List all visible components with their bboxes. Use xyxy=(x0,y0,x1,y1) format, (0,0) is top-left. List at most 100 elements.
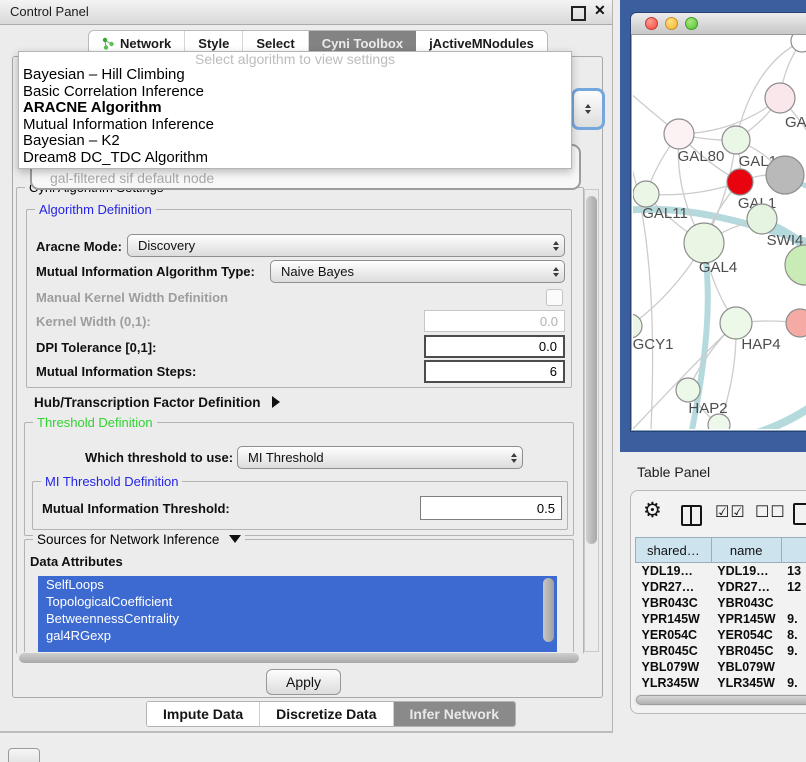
table-row[interactable]: YBL079WYBL079W xyxy=(636,659,806,675)
tab-label: jActiveMNodules xyxy=(429,36,534,51)
node-label: GAL80 xyxy=(678,148,725,165)
data-attributes-label: Data Attributes xyxy=(30,554,123,569)
table-row[interactable]: YPR145WYPR145W9. xyxy=(636,611,806,627)
zoom-traffic-light-icon[interactable] xyxy=(685,17,698,30)
table-row[interactable]: YBR043CYBR043C xyxy=(636,595,806,611)
horizontal-scrollbar[interactable] xyxy=(17,652,583,665)
aracne-mode-combobox[interactable]: Discovery xyxy=(127,234,565,257)
algorithm-option[interactable]: Basic Correlation Inference xyxy=(19,84,571,101)
table-cell: YBR043C xyxy=(636,595,712,611)
network-node-gal11[interactable] xyxy=(633,181,659,207)
mi-steps-label: Mutual Information Steps: xyxy=(36,364,196,379)
table-column-header[interactable]: name xyxy=(711,538,781,563)
checked-boxes-icon[interactable]: ☑☑ xyxy=(715,502,746,522)
split-column-icon[interactable] xyxy=(681,505,702,526)
minimize-traffic-light-icon[interactable] xyxy=(665,17,678,30)
table-column-header[interactable]: shared… xyxy=(636,538,712,563)
mi-type-combobox[interactable]: Naive Bayes xyxy=(270,260,565,283)
algorithm-option[interactable]: Dream8 DC_TDC Algorithm xyxy=(19,150,571,167)
tab-impute-data[interactable]: Impute Data xyxy=(147,702,260,726)
algorithm-dropdown-popup: Select algorithm to view settings Bayesi… xyxy=(18,51,572,169)
table-row[interactable]: YBR045CYBR045C9. xyxy=(636,643,806,659)
chevron-right-icon xyxy=(272,396,280,408)
data-attributes-list[interactable]: SelfLoopsTopologicalCoefficientBetweenne… xyxy=(38,576,557,652)
algorithm-option[interactable]: ARACNE Algorithm xyxy=(19,100,571,117)
vertical-scrollbar-thumb[interactable] xyxy=(586,196,597,544)
network-node[interactable] xyxy=(785,245,806,285)
list-scrollbar-thumb[interactable] xyxy=(543,578,554,642)
tab-discretize-data[interactable]: Discretize Data xyxy=(260,702,393,726)
network-node-gal10[interactable] xyxy=(722,126,750,154)
table-cell: YBL079W xyxy=(636,659,712,675)
control-panel-titlebar[interactable]: Control Panel ✕ xyxy=(0,0,612,25)
float-window-icon[interactable] xyxy=(571,6,586,21)
table-cell: YER054C xyxy=(636,627,712,643)
vertical-scrollbar[interactable] xyxy=(584,189,599,652)
tab-infer-network[interactable]: Infer Network xyxy=(394,702,515,726)
node-label: GAL11 xyxy=(642,205,688,222)
table-panel-title: Table Panel xyxy=(637,464,710,480)
network-canvas[interactable]: GALGAL80GAL10GAL1GAL11SWI4GAL4GCY1HAP4YH… xyxy=(633,35,806,429)
attribute-list-item[interactable]: BetweennessCentrality xyxy=(38,610,557,627)
corner-button[interactable] xyxy=(8,748,40,762)
tab-label: Style xyxy=(198,36,229,51)
network-view-window[interactable]: GALGAL80GAL10GAL1GAL11SWI4GAL4GCY1HAP4YH… xyxy=(630,12,806,432)
unchecked-boxes-icon[interactable]: ☐☐ xyxy=(755,502,786,522)
algorithm-option[interactable]: Mutual Information Inference xyxy=(19,117,571,134)
algorithm-option[interactable]: Bayesian – Hill Climbing xyxy=(19,67,571,84)
network-node-gal4[interactable] xyxy=(684,223,724,263)
algorithm-combobox-button[interactable] xyxy=(571,88,605,130)
page-icon[interactable] xyxy=(793,503,806,525)
network-node[interactable] xyxy=(791,35,806,52)
table-cell: 12 xyxy=(781,579,806,595)
network-node-hap4[interactable] xyxy=(720,307,752,339)
table-cell: 9. xyxy=(781,643,806,659)
network-edge-highlighted xyxy=(743,375,806,429)
network-node-gal[interactable] xyxy=(765,83,795,113)
which-threshold-combobox[interactable]: MI Threshold xyxy=(237,446,523,469)
network-node-gal1[interactable] xyxy=(727,169,753,195)
node-label: HAP4 xyxy=(741,336,780,353)
table-row[interactable]: YDL19…YDL19…13 xyxy=(636,563,806,580)
aracne-mode-label: Aracne Mode: xyxy=(36,239,122,254)
horizontal-scrollbar-thumb[interactable] xyxy=(19,653,579,663)
mi-steps-input[interactable]: 6 xyxy=(424,360,565,383)
network-node-hap2[interactable] xyxy=(676,378,700,402)
table-column-header[interactable] xyxy=(781,538,806,563)
hub-definition-toggle[interactable]: Hub/Transcription Factor Definition xyxy=(34,395,280,410)
network-node-y[interactable] xyxy=(786,309,806,337)
stepper-down-icon xyxy=(585,110,591,114)
table-row[interactable]: YLR345WYLR345W9. xyxy=(636,675,806,691)
attribute-list-item[interactable]: TopologicalCoefficient xyxy=(38,593,557,610)
dpi-tolerance-input[interactable]: 0.0 xyxy=(424,335,565,358)
attribute-list-item[interactable]: gal4RGexp xyxy=(38,627,557,644)
table-cell: YDL19… xyxy=(636,563,712,580)
gear-icon[interactable]: ⚙ xyxy=(643,500,662,521)
group-title: Threshold Definition xyxy=(33,415,157,430)
close-traffic-light-icon[interactable] xyxy=(645,17,658,30)
table-cell: YBL079W xyxy=(711,659,781,675)
table-row[interactable]: YDR27…YDR27…12 xyxy=(636,579,806,595)
apply-button[interactable]: Apply xyxy=(266,669,341,695)
table-horizontal-scrollbar[interactable] xyxy=(634,694,806,706)
algorithm-option[interactable]: Bayesian – K2 xyxy=(19,133,571,150)
network-node-gal80[interactable] xyxy=(664,119,694,149)
close-icon[interactable]: ✕ xyxy=(594,3,605,14)
manual-kernel-checkbox[interactable] xyxy=(546,289,563,306)
table-scrollbar-thumb[interactable] xyxy=(636,695,806,705)
table-cell xyxy=(781,659,806,675)
table-cell: 13 xyxy=(781,563,806,580)
attribute-list-item[interactable]: SelfLoops xyxy=(38,576,557,593)
table-row[interactable]: YER054CYER054C8. xyxy=(636,627,806,643)
node-attribute-table: shared…name YDL19…YDL19…13YDR27…YDR27…12… xyxy=(635,537,806,707)
mi-threshold-input[interactable]: 0.5 xyxy=(420,496,562,520)
stepper-icon xyxy=(548,261,564,282)
control-panel-window: Control Panel ✕ Network Style Select xyxy=(0,0,613,733)
mi-threshold-label: Mutual Information Threshold: xyxy=(42,501,230,516)
table-cell: YPR145W xyxy=(636,611,712,627)
kernel-width-input[interactable]: 0.0 xyxy=(424,310,565,332)
chevron-down-icon[interactable] xyxy=(229,535,241,543)
network-window-titlebar[interactable] xyxy=(631,13,806,35)
network-node[interactable] xyxy=(766,156,804,194)
network-node-swi4[interactable] xyxy=(747,204,777,234)
